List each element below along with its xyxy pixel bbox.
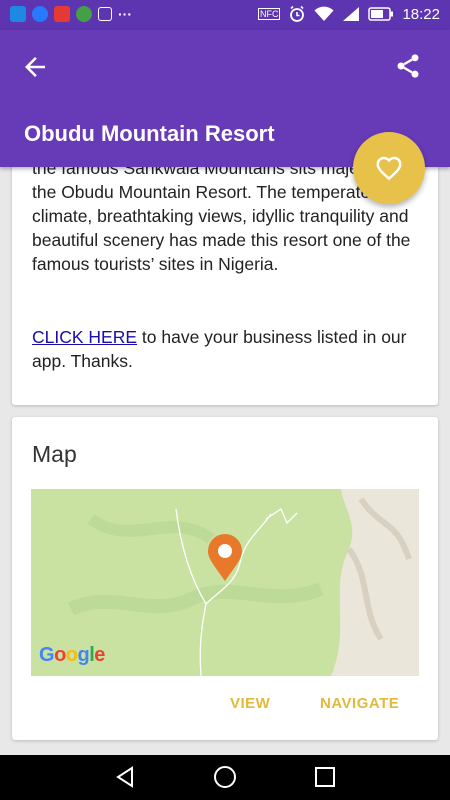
recents-square-icon[interactable] xyxy=(314,766,336,788)
system-status-icons: NFC 18:22 xyxy=(257,5,440,23)
listing-callout: CLICK HERE to have your business listed … xyxy=(32,325,427,373)
map-heading: Map xyxy=(32,441,77,467)
status-bar: ··· NFC 18:22 xyxy=(0,0,450,30)
navigate-button[interactable]: NAVIGATE xyxy=(320,695,399,712)
whatsapp-icon xyxy=(76,6,92,22)
wifi-icon xyxy=(314,6,334,21)
arrow-back-icon xyxy=(25,57,45,77)
favorite-button[interactable] xyxy=(353,132,425,204)
share-button[interactable] xyxy=(394,52,424,82)
google-logo: Google xyxy=(39,644,105,666)
map-view[interactable]: Google xyxy=(31,489,419,676)
map-actions: VIEW NAVIGATE xyxy=(12,695,438,719)
heart-outline-icon xyxy=(376,156,402,181)
alarm-icon xyxy=(290,5,305,22)
youtube-icon xyxy=(54,6,70,22)
more-dots-icon: ··· xyxy=(118,6,132,22)
map-pin-icon[interactable] xyxy=(207,534,243,582)
back-button[interactable] xyxy=(20,52,50,82)
page-title: Obudu Mountain Resort xyxy=(24,121,275,146)
messenger-icon xyxy=(32,6,48,22)
clock: 18:22 xyxy=(402,5,440,23)
gallery-icon xyxy=(98,7,112,21)
map-card: Map Google VIEW NAVIGATE xyxy=(12,417,438,740)
back-triangle-icon[interactable] xyxy=(114,766,136,788)
system-nav-bar xyxy=(0,755,450,800)
signal-icon xyxy=(343,7,360,21)
home-circle-icon[interactable] xyxy=(213,765,237,789)
share-icon xyxy=(397,54,419,78)
click-here-link[interactable]: CLICK HERE xyxy=(32,327,137,347)
messenger-icon xyxy=(10,6,26,22)
battery-icon xyxy=(368,7,394,21)
view-button[interactable]: VIEW xyxy=(230,695,270,712)
notification-icons: ··· xyxy=(10,6,132,22)
nfc-icon: NFC xyxy=(257,8,281,20)
